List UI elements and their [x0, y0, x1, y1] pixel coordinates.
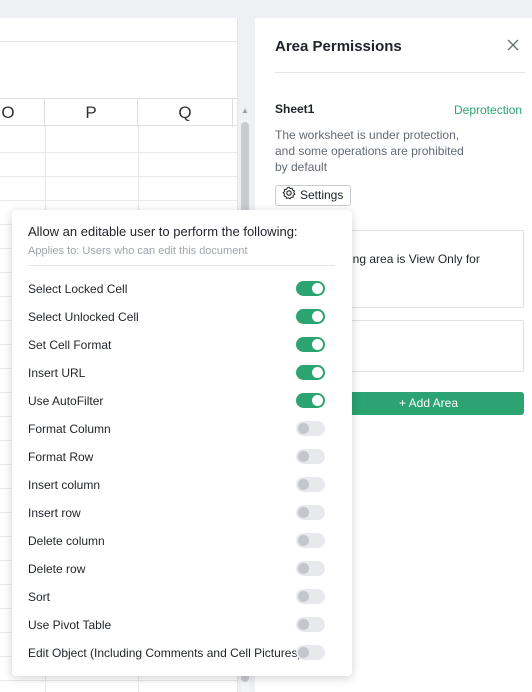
toggle-knob [312, 283, 323, 294]
permission-label: Insert URL [28, 366, 86, 380]
permission-toggle[interactable] [296, 421, 325, 436]
toggle-knob [312, 311, 323, 322]
toggle-knob [312, 395, 323, 406]
permission-toggle[interactable] [296, 449, 325, 464]
settings-label: Settings [300, 188, 344, 202]
permission-label: Use Pivot Table [28, 618, 112, 632]
panel-divider [275, 72, 525, 73]
permission-toggle[interactable] [296, 533, 325, 548]
column-header-q[interactable]: Q [138, 99, 233, 127]
permission-toggle[interactable] [296, 365, 325, 380]
toggle-knob [298, 591, 309, 602]
permissions-popup: Allow an editable user to perform the fo… [12, 210, 352, 676]
permission-row: Format Column [28, 419, 334, 439]
permission-row: Set Cell Format [28, 335, 334, 355]
protection-description: The worksheet is under protection, and s… [275, 128, 464, 174]
popup-subtitle: Applies to: Users who can edit this docu… [28, 245, 248, 257]
protected-area-card[interactable]: ing area is View Only for [333, 230, 524, 308]
panel-title: Area Permissions [275, 38, 402, 55]
toggle-knob [312, 367, 323, 378]
permission-label: Insert row [28, 506, 81, 520]
permission-label: Format Row [28, 450, 94, 464]
permission-label: Insert column [28, 478, 101, 492]
permission-label: Delete row [28, 562, 86, 576]
grid-row-line [0, 152, 237, 153]
permission-label: Use AutoFilter [28, 394, 104, 408]
close-icon[interactable] [505, 37, 521, 53]
grid-row-line [0, 176, 237, 177]
permission-row: Edit Object (Including Comments and Cell… [28, 643, 334, 663]
permission-row: Select Unlocked Cell [28, 307, 334, 327]
toggle-knob [298, 535, 309, 546]
popup-divider [28, 265, 335, 266]
permission-row: Delete column [28, 531, 334, 551]
permission-label: Edit Object (Including Comments and Cell… [28, 646, 302, 660]
permission-label: Set Cell Format [28, 338, 112, 352]
permission-row: Use Pivot Table [28, 615, 334, 635]
column-header-p[interactable]: P [45, 99, 138, 127]
deprotection-link[interactable]: Deprotection [454, 103, 522, 117]
permission-label: Select Unlocked Cell [28, 310, 139, 324]
area-card-text: ing area is View Only for [350, 252, 480, 266]
permission-toggle[interactable] [296, 309, 325, 324]
toggle-knob [298, 619, 309, 630]
permission-toggle[interactable] [296, 337, 325, 352]
grid-row-line [0, 200, 237, 201]
permission-toggle[interactable] [296, 393, 325, 408]
toggle-knob [298, 479, 309, 490]
permission-label: Format Column [28, 422, 111, 436]
permission-row: Format Row [28, 447, 334, 467]
permission-toggle[interactable] [296, 589, 325, 604]
permission-row: Delete row [28, 559, 334, 579]
permission-label: Select Locked Cell [28, 282, 128, 296]
permission-toggle[interactable] [296, 477, 325, 492]
toggle-knob [312, 339, 323, 350]
permission-row: Use AutoFilter [28, 391, 334, 411]
sheet-name: Sheet1 [275, 102, 315, 116]
gear-icon [282, 186, 296, 206]
permission-toggle[interactable] [296, 505, 325, 520]
permission-row: Insert column [28, 475, 334, 495]
popup-title: Allow an editable user to perform the fo… [28, 224, 298, 239]
permission-toggle[interactable] [296, 281, 325, 296]
column-header-o[interactable]: O [0, 99, 45, 127]
toggle-knob [298, 451, 309, 462]
permission-row: Sort [28, 587, 334, 607]
toggle-knob [298, 647, 309, 658]
permission-toggle[interactable] [296, 561, 325, 576]
permission-toggle[interactable] [296, 645, 325, 660]
protected-area-card-2[interactable] [333, 320, 524, 372]
permission-toggle[interactable] [296, 617, 325, 632]
permission-label: Delete column [28, 534, 105, 548]
settings-button[interactable]: Settings [275, 185, 352, 206]
sheet-toolbar [0, 18, 237, 42]
toggle-knob [298, 507, 309, 518]
permission-row: Insert URL [28, 363, 334, 383]
permission-row: Select Locked Cell [28, 279, 334, 299]
scroll-up-icon[interactable]: ▲ [240, 106, 250, 116]
toggle-knob [298, 563, 309, 574]
permission-row: Insert row [28, 503, 334, 523]
toggle-knob [298, 423, 309, 434]
permission-label: Sort [28, 590, 51, 604]
column-headers: O P Q [0, 98, 237, 127]
grid-row-line [0, 680, 237, 681]
add-area-button[interactable]: + Add Area [333, 392, 524, 415]
